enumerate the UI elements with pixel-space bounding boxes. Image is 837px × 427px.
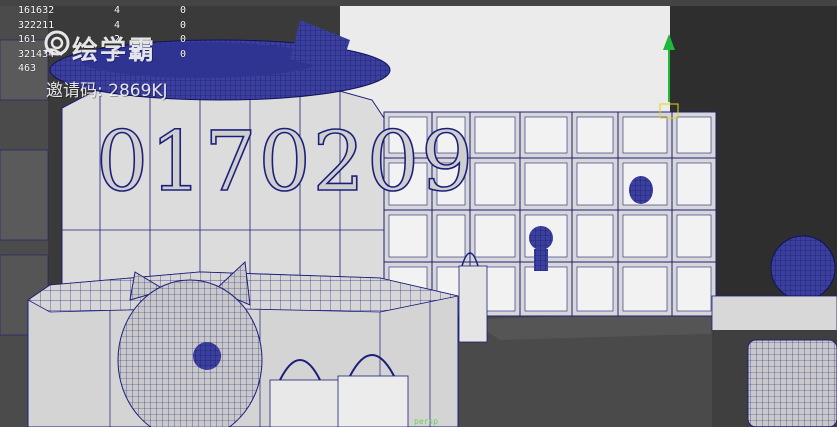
shelf-cell-inner	[474, 162, 516, 206]
shelf-cell-inner	[524, 162, 568, 206]
shelf-cell-inner	[676, 266, 712, 312]
shelf-cell-inner	[576, 162, 614, 206]
shelf-cell-inner	[524, 266, 568, 312]
shelf-cell-inner	[474, 214, 516, 258]
shelf-cell-inner	[524, 116, 568, 154]
hud-row: 161632 4 0	[18, 5, 187, 16]
watermark-brand: 绘学霸	[72, 36, 157, 66]
right-object	[747, 339, 837, 427]
brand-logo-icon	[44, 30, 70, 56]
shelf-cell-inner	[388, 214, 428, 258]
sign-text: 0170209	[96, 115, 475, 210]
maya-viewport[interactable]: 0170209 161632 4 0 322211 4 0 161 2 0 32…	[0, 0, 837, 427]
shelf-cell-inner	[474, 116, 516, 154]
shelf-cell-inner	[576, 266, 614, 312]
shelf-cell-inner	[576, 214, 614, 258]
shelf-cell-inner	[622, 116, 668, 154]
shelf-cell-inner	[676, 116, 712, 154]
shelf-cell-inner	[436, 214, 466, 258]
right-counter	[711, 295, 837, 333]
watermark-invite-code: 邀请码: 2869KJ	[46, 81, 168, 101]
soccer-ball	[770, 235, 836, 301]
shelf-cell-inner	[576, 116, 614, 154]
shelf-creature	[629, 176, 653, 204]
cat-character	[117, 260, 263, 427]
shelf-cell-inner	[622, 214, 668, 258]
shelf-cell-inner	[622, 266, 668, 312]
camera-label: persp	[414, 417, 439, 426]
left-shelf-mid	[0, 149, 49, 241]
shelf-cell-inner	[676, 214, 712, 258]
shelf-cell-inner	[676, 162, 712, 206]
